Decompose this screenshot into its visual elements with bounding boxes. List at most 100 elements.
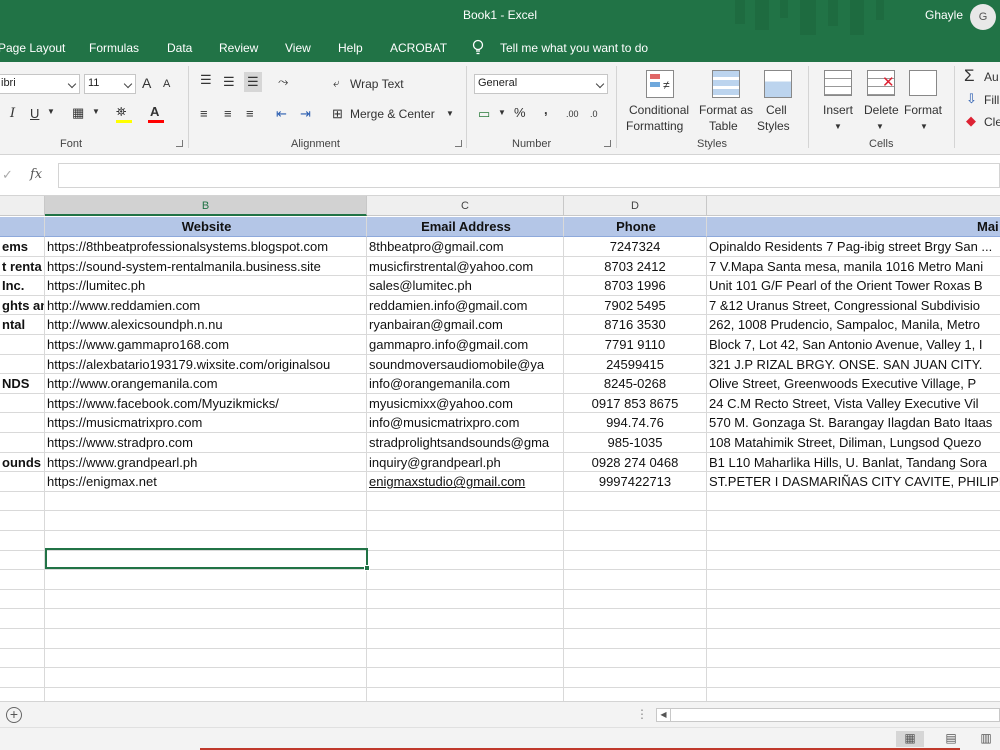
table-cell[interactable]: http://www.orangemanila.com bbox=[45, 374, 367, 394]
table-cell[interactable]: 7247324 bbox=[564, 237, 707, 257]
percent-button[interactable]: % bbox=[514, 105, 526, 120]
table-cell[interactable] bbox=[707, 531, 1000, 551]
table-cell[interactable]: musicfirstrental@yahoo.com bbox=[367, 256, 564, 277]
increase-decimal-button[interactable]: .00 bbox=[566, 109, 579, 119]
table-cell[interactable]: 8716 3530 bbox=[564, 315, 707, 335]
table-cell[interactable]: NDS bbox=[0, 374, 45, 394]
table-cell[interactable]: enigmaxstudio@gmail.com bbox=[367, 472, 564, 492]
autosum-button[interactable]: Au bbox=[984, 70, 999, 84]
table-cell[interactable] bbox=[367, 570, 564, 590]
table-cell[interactable]: http://www.alexicsoundph.n.nu bbox=[45, 315, 367, 335]
tab-view[interactable]: View bbox=[285, 41, 311, 55]
table-cell[interactable] bbox=[367, 687, 564, 701]
chevron-down-icon[interactable]: ▼ bbox=[47, 107, 55, 116]
cell-styles-button[interactable]: Cell bbox=[766, 103, 787, 117]
table-cell[interactable] bbox=[707, 629, 1000, 649]
clear-button[interactable]: Cle bbox=[984, 115, 1000, 129]
table-cell[interactable] bbox=[45, 668, 367, 688]
table-cell[interactable] bbox=[707, 649, 1000, 669]
table-header-cell[interactable]: Phone bbox=[564, 217, 707, 237]
table-cell[interactable] bbox=[707, 688, 1000, 701]
table-cell[interactable]: https://enigmax.net bbox=[45, 472, 367, 492]
table-cell[interactable]: 8245-0268 bbox=[564, 374, 707, 394]
table-cell[interactable] bbox=[564, 570, 707, 590]
table-cell[interactable] bbox=[707, 551, 1000, 571]
table-cell[interactable]: stradprolightsandsounds@gma bbox=[367, 433, 564, 453]
table-cell[interactable]: 8703 2412 bbox=[564, 256, 707, 277]
chevron-down-icon[interactable]: ▼ bbox=[834, 122, 842, 131]
normal-view-icon[interactable]: ▦ bbox=[896, 731, 924, 747]
table-cell[interactable]: 24599415 bbox=[564, 354, 707, 375]
tab-review[interactable]: Review bbox=[219, 41, 258, 55]
table-cell[interactable] bbox=[0, 393, 45, 414]
table-cell[interactable] bbox=[564, 550, 707, 571]
table-cell[interactable] bbox=[564, 491, 707, 512]
tell-me-search[interactable]: Tell me what you want to do bbox=[500, 41, 648, 55]
table-cell[interactable] bbox=[45, 491, 367, 512]
table-cell[interactable]: gammapro.info@gmail.com bbox=[367, 335, 564, 355]
tab-help[interactable]: Help bbox=[338, 41, 363, 55]
table-cell[interactable] bbox=[707, 590, 1000, 610]
table-cell[interactable] bbox=[367, 491, 564, 512]
worksheet-grid[interactable]: B C D Website Email Address Phone Mai em… bbox=[0, 196, 1000, 701]
table-cell[interactable] bbox=[564, 668, 707, 688]
column-header-a[interactable] bbox=[0, 196, 45, 216]
table-cell[interactable]: 321 J.P RIZAL BRGY. ONSE. SAN JUAN CITY. bbox=[707, 355, 1000, 375]
table-cell[interactable] bbox=[45, 687, 367, 701]
column-header-d[interactable]: D bbox=[564, 196, 707, 216]
table-cell[interactable] bbox=[0, 609, 45, 629]
table-cell[interactable] bbox=[0, 668, 45, 688]
chevron-down-icon[interactable]: ▼ bbox=[920, 122, 928, 131]
table-cell[interactable] bbox=[564, 511, 707, 531]
align-middle-icon[interactable]: ☰ bbox=[223, 74, 235, 90]
table-cell[interactable]: http://www.reddamien.com bbox=[45, 295, 367, 316]
table-cell[interactable] bbox=[707, 492, 1000, 512]
table-cell[interactable] bbox=[367, 648, 564, 669]
borders-icon[interactable]: ▦ bbox=[72, 105, 84, 121]
table-cell[interactable]: 9997422713 bbox=[564, 472, 707, 492]
table-cell[interactable]: ryanbairan@gmail.com bbox=[367, 315, 564, 335]
table-cell[interactable]: https://alexbatario193179.wixsite.com/or… bbox=[45, 354, 367, 375]
italic-button[interactable]: I bbox=[10, 106, 15, 121]
table-cell[interactable]: ems bbox=[0, 237, 45, 257]
table-cell[interactable] bbox=[0, 531, 45, 551]
table-cell[interactable]: soundmoversaudiomobile@ya bbox=[367, 354, 564, 375]
table-cell[interactable] bbox=[367, 629, 564, 649]
table-cell[interactable]: info@orangemanila.com bbox=[367, 374, 564, 394]
table-cell[interactable]: ST.PETER I DASMARIÑAS CITY CAVITE, PHILI… bbox=[707, 472, 1000, 492]
table-cell[interactable] bbox=[45, 648, 367, 669]
column-header-c[interactable]: C bbox=[367, 196, 564, 216]
font-size-select[interactable]: 11 bbox=[84, 74, 136, 94]
table-cell[interactable]: t renta bbox=[0, 256, 45, 277]
table-cell[interactable] bbox=[45, 589, 367, 610]
page-layout-view-icon[interactable]: ▤ bbox=[937, 731, 965, 747]
align-bottom-icon[interactable]: ☰ bbox=[244, 72, 262, 92]
tab-page-layout[interactable]: Page Layout bbox=[0, 41, 65, 55]
add-sheet-button[interactable]: + bbox=[6, 707, 22, 723]
table-cell[interactable]: Block 7, Lot 42, San Antonio Avenue, Val… bbox=[707, 335, 1000, 355]
table-cell[interactable]: 8thbeatpro@gmail.com bbox=[367, 237, 564, 257]
table-cell[interactable]: 985-1035 bbox=[564, 433, 707, 453]
chevron-down-icon[interactable]: ▼ bbox=[876, 122, 884, 131]
align-left-icon[interactable]: ≡ bbox=[200, 106, 208, 121]
table-cell[interactable] bbox=[0, 472, 45, 492]
format-as-table-button[interactable]: Format as bbox=[699, 103, 753, 117]
table-cell[interactable] bbox=[367, 531, 564, 551]
tab-data[interactable]: Data bbox=[167, 41, 192, 55]
cell-styles-label[interactable]: Styles bbox=[757, 119, 790, 133]
table-cell[interactable] bbox=[0, 629, 45, 649]
table-cell[interactable] bbox=[707, 570, 1000, 590]
table-cell[interactable]: 108 Matahimik Street, Diliman, Lungsod Q… bbox=[707, 433, 1000, 453]
table-cell[interactable] bbox=[707, 668, 1000, 688]
chevron-down-icon[interactable]: ▼ bbox=[446, 109, 454, 118]
table-cell[interactable]: 7791 9110 bbox=[564, 335, 707, 355]
number-dialog-launcher-icon[interactable] bbox=[604, 140, 611, 147]
table-cell[interactable] bbox=[0, 433, 45, 453]
fill-button[interactable]: Fill bbox=[984, 93, 999, 107]
number-format-select[interactable]: General bbox=[474, 74, 608, 94]
conditional-formatting-button[interactable]: Conditional bbox=[629, 103, 689, 117]
grow-font-button[interactable]: A bbox=[142, 75, 151, 91]
table-cell[interactable] bbox=[0, 354, 45, 375]
table-header-cell[interactable]: Website bbox=[45, 217, 367, 237]
table-cell[interactable]: ntal bbox=[0, 315, 45, 335]
